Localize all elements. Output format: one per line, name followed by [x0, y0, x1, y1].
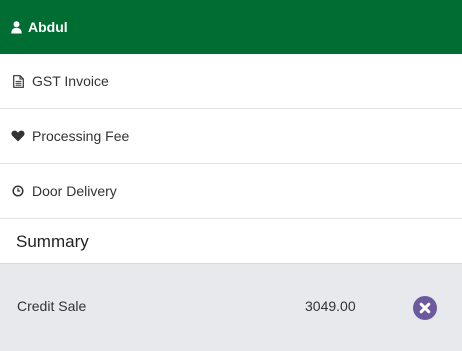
- option-processing-fee[interactable]: Processing Fee: [0, 109, 462, 164]
- close-circle-icon: [419, 302, 431, 314]
- heart-icon: [11, 129, 25, 143]
- line-label: Credit Sale: [17, 298, 87, 314]
- option-label: GST Invoice: [32, 73, 109, 89]
- option-label: Door Delivery: [32, 183, 117, 199]
- option-door-delivery[interactable]: Door Delivery: [0, 164, 462, 219]
- summary-heading: Summary: [0, 220, 462, 264]
- document-icon: [11, 74, 25, 88]
- customer-header[interactable]: Abdul: [0, 0, 462, 54]
- clock-icon: [11, 184, 25, 198]
- remove-line-button[interactable]: [413, 296, 437, 320]
- customer-name: Abdul: [28, 19, 68, 35]
- line-amount: 3049.00: [305, 298, 356, 314]
- option-gst-invoice[interactable]: GST Invoice: [0, 54, 462, 109]
- option-label: Processing Fee: [32, 128, 130, 144]
- user-icon: [10, 20, 22, 34]
- summary-line: Credit Sale 3049.00: [0, 264, 462, 351]
